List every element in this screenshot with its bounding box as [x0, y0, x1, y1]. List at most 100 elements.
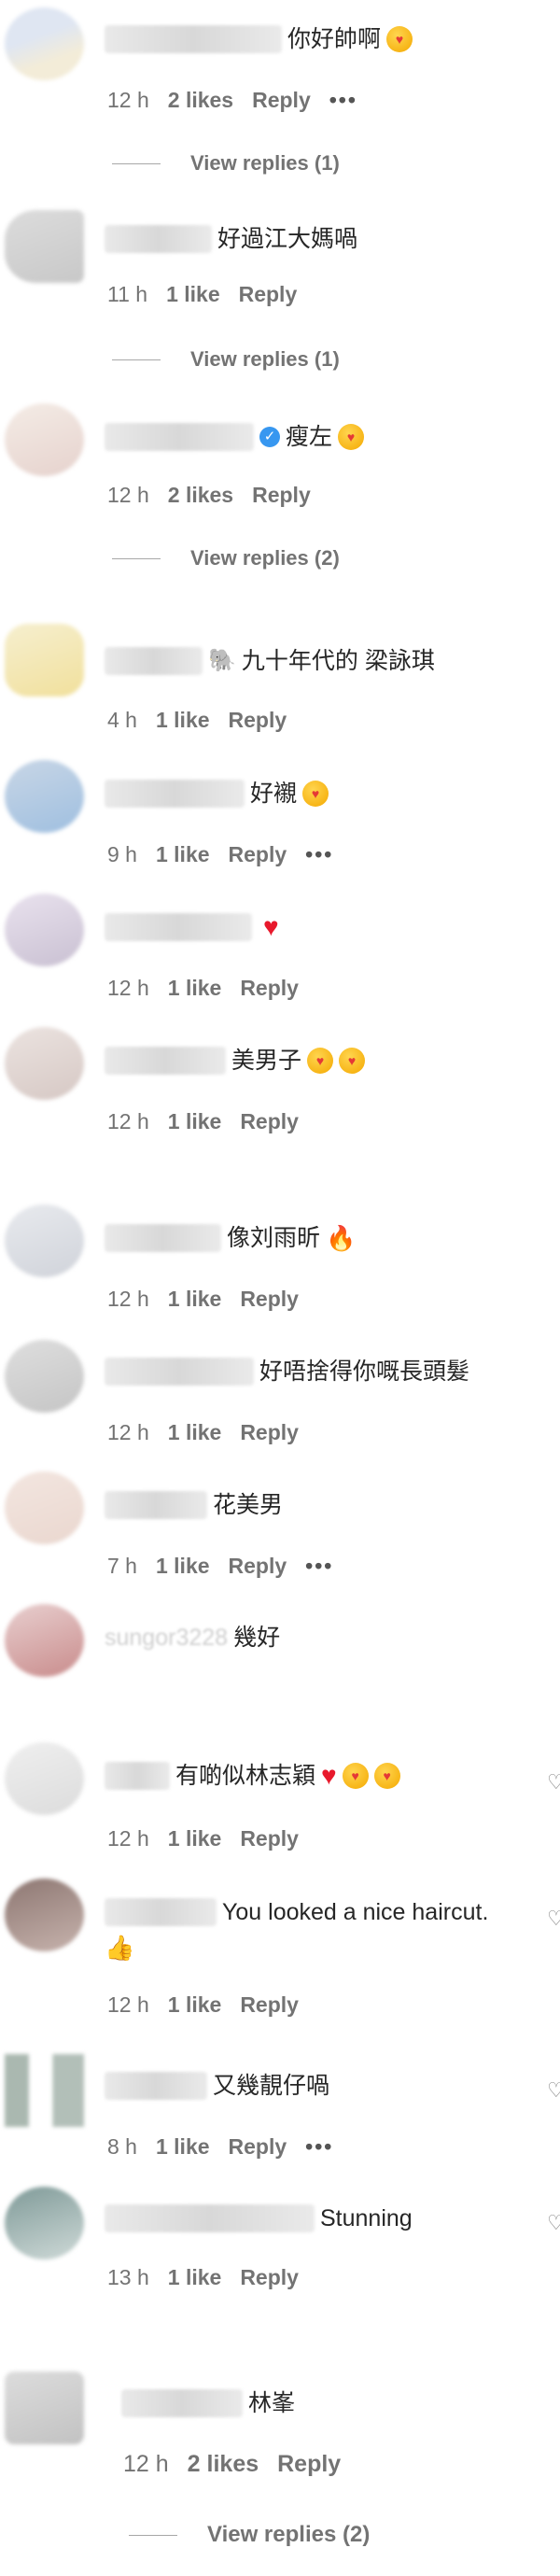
reply-button[interactable]: Reply: [240, 2263, 299, 2291]
view-replies-label: View replies (1): [190, 151, 340, 175]
like-count[interactable]: 1 like: [156, 2133, 210, 2161]
heart-eyes-emoji-icon: ♥: [338, 424, 365, 450]
reply-button[interactable]: Reply: [240, 1418, 299, 1446]
reply-button[interactable]: Reply: [240, 1107, 299, 1135]
username-blurred[interactable]: [105, 2072, 207, 2100]
comment-text: 幾好: [233, 1625, 281, 1651]
avatar[interactable]: [5, 1742, 84, 1815]
avatar[interactable]: [5, 760, 84, 833]
username-blurred[interactable]: [105, 1491, 207, 1519]
avatar[interactable]: [5, 1340, 84, 1413]
username-blurred[interactable]: [105, 423, 254, 451]
username[interactable]: sungor3228: [105, 1623, 228, 1653]
username-blurred[interactable]: [105, 647, 203, 675]
comment-text: 有啲似林志穎: [175, 1763, 316, 1789]
avatar[interactable]: [5, 403, 84, 476]
more-options-icon[interactable]: •••: [305, 2133, 333, 2161]
username-blurred[interactable]: [105, 1358, 254, 1386]
divider-line: [112, 162, 161, 164]
like-heart-icon[interactable]: ♡: [547, 1907, 560, 1925]
elephant-emoji-icon: 🐘: [208, 648, 236, 673]
avatar[interactable]: [5, 2187, 84, 2259]
comment-time: 12 h: [107, 1826, 149, 1851]
avatar[interactable]: [5, 210, 84, 283]
username-blurred[interactable]: [105, 1047, 226, 1075]
avatar[interactable]: [5, 7, 84, 80]
reply-button[interactable]: Reply: [239, 280, 298, 308]
username-blurred[interactable]: [105, 1762, 170, 1790]
username-blurred[interactable]: [105, 780, 245, 808]
reply-button[interactable]: Reply: [277, 2450, 341, 2478]
comment-time: 9 h: [107, 842, 137, 866]
comment-text: 林峯: [248, 2390, 296, 2416]
avatar[interactable]: [5, 1027, 84, 1100]
reply-button[interactable]: Reply: [229, 840, 287, 868]
like-count[interactable]: 1 like: [168, 2263, 222, 2291]
comment-text: 花美男: [213, 1492, 284, 1518]
red-heart-emoji-icon: ♥: [263, 912, 279, 941]
heart-eyes-emoji-icon: ♥: [302, 781, 329, 807]
comment-time: 8 h: [107, 2134, 137, 2159]
comment-time: 13 h: [107, 2265, 149, 2289]
like-count[interactable]: 1 like: [166, 280, 220, 308]
divider-line: [129, 2534, 177, 2536]
username-blurred[interactable]: [105, 1224, 221, 1252]
comment-time: 11 h: [107, 282, 148, 306]
username-blurred[interactable]: [105, 25, 282, 53]
avatar[interactable]: [5, 894, 84, 966]
comment-text: 瘦左: [286, 424, 333, 450]
username-blurred[interactable]: [105, 1898, 217, 1926]
username-blurred[interactable]: [105, 913, 252, 941]
view-replies-button[interactable]: View replies (1): [112, 149, 340, 177]
like-count[interactable]: 1 like: [168, 1107, 222, 1135]
like-count[interactable]: 2 likes: [188, 2450, 259, 2478]
reply-button[interactable]: Reply: [229, 2133, 287, 2161]
like-heart-icon[interactable]: ♡: [547, 2078, 560, 2097]
comment-text: 美男子: [231, 1048, 302, 1074]
reply-button[interactable]: Reply: [229, 706, 287, 734]
like-count[interactable]: 1 like: [168, 1418, 222, 1446]
reply-button[interactable]: Reply: [240, 1285, 299, 1313]
like-count[interactable]: 2 likes: [168, 86, 233, 114]
like-count[interactable]: 1 like: [156, 1552, 210, 1580]
reply-button[interactable]: Reply: [240, 974, 299, 1002]
reply-button[interactable]: Reply: [252, 86, 311, 114]
heart-eyes-emoji-icon: ♥: [339, 1048, 366, 1074]
heart-eyes-emoji-icon: ♥: [307, 1048, 334, 1074]
view-replies-button[interactable]: View replies (2): [112, 544, 340, 572]
like-count[interactable]: 1 like: [168, 1824, 222, 1852]
verified-badge-icon: ✓: [259, 427, 280, 447]
avatar[interactable]: [5, 624, 84, 697]
view-replies-label: View replies (2): [190, 546, 340, 570]
like-count[interactable]: 1 like: [168, 974, 222, 1002]
avatar[interactable]: [5, 1879, 84, 1951]
more-options-icon[interactable]: •••: [305, 840, 333, 868]
more-options-icon[interactable]: •••: [305, 1552, 333, 1580]
username-blurred[interactable]: [105, 2204, 315, 2232]
reply-button[interactable]: Reply: [229, 1552, 287, 1580]
username-blurred[interactable]: [121, 2389, 243, 2417]
avatar[interactable]: [5, 2054, 84, 2127]
like-count[interactable]: 1 like: [168, 1285, 222, 1313]
avatar[interactable]: [5, 1604, 84, 1677]
reply-button[interactable]: Reply: [240, 1991, 299, 2019]
like-heart-icon[interactable]: ♡: [547, 2211, 560, 2230]
avatar[interactable]: [5, 2372, 84, 2444]
like-heart-icon[interactable]: ♡: [547, 1770, 560, 1789]
reply-button[interactable]: Reply: [240, 1824, 299, 1852]
comment-time: 12 h: [107, 1109, 149, 1133]
like-count[interactable]: 1 like: [156, 706, 210, 734]
view-replies-button[interactable]: View replies (2): [129, 2521, 370, 2549]
comment-text: 好唔捨得你嘅長頭髮: [259, 1358, 470, 1385]
view-replies-button[interactable]: View replies (1): [112, 345, 340, 373]
avatar[interactable]: [5, 1204, 84, 1277]
like-count[interactable]: 2 likes: [168, 481, 233, 509]
like-count[interactable]: 1 like: [156, 840, 210, 868]
avatar[interactable]: [5, 1471, 84, 1544]
username-blurred[interactable]: [105, 225, 212, 253]
comment-time: 12 h: [107, 1992, 149, 2017]
more-options-icon[interactable]: •••: [329, 86, 357, 114]
reply-button[interactable]: Reply: [252, 481, 311, 509]
like-count[interactable]: 1 like: [168, 1991, 222, 2019]
comment-time: 7 h: [107, 1554, 137, 1578]
